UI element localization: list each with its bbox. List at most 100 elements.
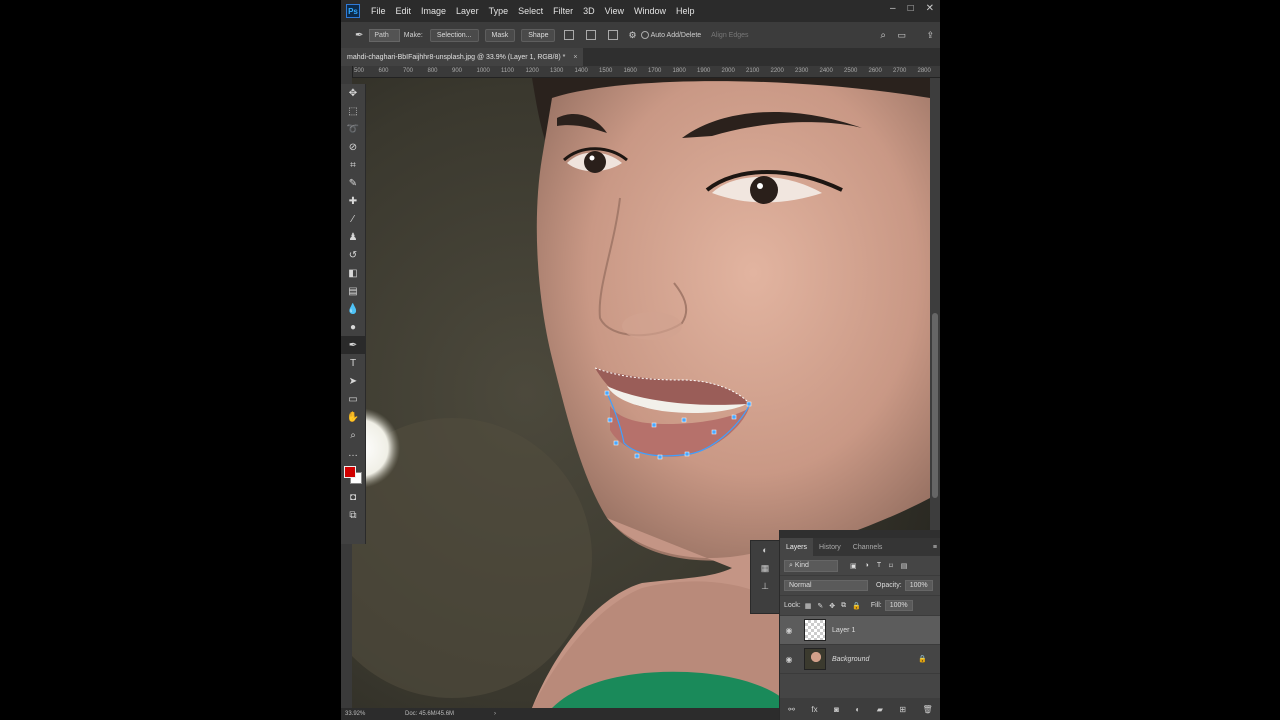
rectangle-tool-icon[interactable]: ▭ [341, 390, 365, 408]
menu-3d[interactable]: 3D [578, 6, 600, 16]
path-selection-tool-icon[interactable]: ➤ [341, 372, 365, 390]
gear-icon[interactable]: ⚙ [628, 30, 636, 41]
ruler-tick-label: 1900 [697, 68, 711, 74]
vertical-scrollbar[interactable] [930, 78, 940, 530]
close-tab-icon[interactable]: × [573, 54, 577, 61]
menu-view[interactable]: View [600, 6, 629, 16]
workspace-icon[interactable]: ▭ [897, 30, 906, 41]
document-tab[interactable]: mahdi-chaghari-BbIFaijhhr8-unsplash.jpg … [341, 48, 584, 66]
menu-help[interactable]: Help [671, 6, 700, 16]
filter-smart-object-icon[interactable]: ▤ [901, 562, 908, 570]
panel-menu-icon[interactable]: ≡ [933, 544, 937, 551]
menu-image[interactable]: Image [416, 6, 451, 16]
make-selection-button[interactable]: Selection... [429, 28, 479, 42]
path-operations-icon[interactable] [564, 30, 575, 40]
layer-filter-row: ⌕ Kind ▣ ◑ T ⌑ ▤ [780, 556, 940, 576]
foreground-color-swatch[interactable] [344, 466, 356, 478]
pen-mode-select[interactable]: Path [369, 28, 400, 42]
gradient-tool-icon[interactable]: ▤ [341, 282, 365, 300]
clone-stamp-tool-icon[interactable]: ♟ [341, 228, 365, 246]
quick-select-tool-icon[interactable]: ⊘ [341, 138, 365, 156]
eraser-tool-icon[interactable]: ◧ [341, 264, 365, 282]
blend-mode-select[interactable]: Normal [784, 580, 868, 591]
link-layers-icon[interactable]: ⚯ [788, 705, 795, 714]
visibility-eye-icon[interactable]: ◉ [780, 655, 798, 664]
share-icon[interactable]: ⇪ [926, 30, 934, 41]
move-tool-icon[interactable]: ✥ [341, 84, 365, 102]
ruler-tick-label: 2600 [868, 68, 882, 74]
lock-position-icon[interactable]: ✥ [829, 602, 835, 610]
menu-edit[interactable]: Edit [391, 6, 417, 16]
search-icon[interactable]: ⌕ [880, 30, 886, 41]
eyedropper-tool-icon[interactable]: ✎ [341, 174, 365, 192]
lock-artboard-icon[interactable]: ⧉ [841, 602, 846, 610]
crop-tool-icon[interactable]: ⌗ [341, 156, 365, 174]
layer-row-layer-1[interactable]: ◉ Layer 1 [780, 616, 940, 645]
adjustments-icon[interactable]: ◐ [751, 541, 779, 559]
ruler-tick-label: 2800 [917, 68, 931, 74]
hand-tool-icon[interactable]: ✋ [341, 408, 365, 426]
menu-type[interactable]: Type [484, 6, 514, 16]
layer-name[interactable]: Layer 1 [832, 627, 855, 634]
healing-brush-tool-icon[interactable]: ✚ [341, 192, 365, 210]
filter-adjustment-icon[interactable]: ◑ [865, 562, 869, 569]
ruler-tick-label: 2400 [819, 68, 833, 74]
fill-input[interactable]: 100% [884, 600, 913, 611]
opacity-input[interactable]: 100% [904, 580, 933, 591]
filter-pixel-icon[interactable]: ▣ [850, 562, 857, 570]
layer-style-icon[interactable]: fx [811, 705, 817, 714]
maximize-button[interactable]: □ [908, 3, 914, 14]
tab-history[interactable]: History [813, 544, 847, 551]
pen-tool-icon[interactable]: ✒ [341, 336, 365, 354]
screen-mode-icon[interactable]: ⧉ [341, 506, 365, 524]
minimize-button[interactable]: – [890, 3, 896, 14]
layer-name[interactable]: Background [832, 656, 869, 663]
zoom-level[interactable]: 33.92% [345, 711, 399, 717]
lock-transparent-icon[interactable]: ▦ [805, 602, 812, 610]
filter-shape-icon[interactable]: ⌑ [889, 562, 893, 570]
menu-window[interactable]: Window [629, 6, 671, 16]
type-tool-icon[interactable]: T [341, 354, 365, 372]
new-group-icon[interactable]: ▰ [877, 705, 883, 714]
visibility-eye-icon[interactable]: ◉ [780, 626, 798, 635]
history-brush-tool-icon[interactable]: ↺ [341, 246, 365, 264]
swatches-icon[interactable]: ▦ [751, 559, 779, 577]
tab-channels[interactable]: Channels [847, 544, 889, 551]
menu-file[interactable]: File [366, 6, 391, 16]
lock-icon: 🔒 [918, 656, 927, 663]
blur-tool-icon[interactable]: 💧 [341, 300, 365, 318]
adjustment-layer-icon[interactable]: ◐ [855, 705, 860, 714]
dodge-tool-icon[interactable]: ● [341, 318, 365, 336]
menu-layer[interactable]: Layer [451, 6, 484, 16]
color-swatches[interactable] [341, 462, 365, 488]
pen-tool-preset-icon[interactable]: ✒ [355, 30, 363, 41]
filter-kind-select[interactable]: ⌕ Kind [784, 559, 838, 572]
path-arrangement-icon[interactable] [608, 30, 619, 40]
make-mask-button[interactable]: Mask [484, 28, 516, 42]
more-tools-icon[interactable]: … [341, 444, 365, 462]
lock-pixels-icon[interactable]: ✎ [817, 602, 823, 610]
menu-filter[interactable]: Filter [548, 6, 578, 16]
filter-type-icon[interactable]: T [877, 562, 881, 569]
properties-icon[interactable]: ⊥ [751, 577, 779, 595]
scrollbar-thumb[interactable] [932, 313, 938, 498]
add-mask-icon[interactable]: ◙ [834, 705, 839, 714]
zoom-tool-icon[interactable]: ⌕ [341, 426, 365, 444]
new-layer-icon[interactable]: ⊞ [899, 705, 906, 714]
panel-header[interactable] [780, 530, 940, 538]
lock-all-icon[interactable]: 🔒 [852, 602, 861, 610]
close-window-button[interactable]: ✕ [926, 3, 934, 14]
make-shape-button[interactable]: Shape [521, 28, 556, 42]
status-menu-arrow[interactable]: › [494, 711, 496, 717]
auto-add-delete-checkbox[interactable] [640, 31, 649, 39]
path-alignment-icon[interactable] [586, 30, 597, 40]
brush-tool-icon[interactable]: ⁄ [341, 210, 365, 228]
menu-select[interactable]: Select [513, 6, 548, 16]
marquee-tool-icon[interactable]: ⬚ [341, 102, 365, 120]
layer-row-background[interactable]: ◉ Background 🔒 [780, 645, 940, 674]
tab-layers[interactable]: Layers [780, 538, 814, 556]
ruler-tick-label: 2000 [721, 68, 735, 74]
quick-mask-icon[interactable]: ◘ [341, 488, 365, 506]
lasso-tool-icon[interactable]: ➰ [341, 120, 365, 138]
delete-layer-icon[interactable]: 🗑 [923, 705, 933, 714]
